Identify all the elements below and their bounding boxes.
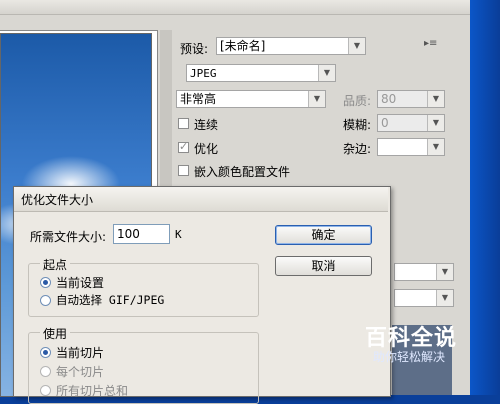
use-each-slice-label: 每个切片 bbox=[56, 365, 105, 379]
chevron-down-icon: ▼ bbox=[308, 91, 325, 107]
use-current-slice-radio[interactable] bbox=[40, 347, 51, 358]
quality-mode-value: 非常高 bbox=[180, 92, 217, 106]
panel-menu-icon[interactable]: ▸≡ bbox=[424, 38, 437, 49]
start-auto-select-label: 自动选择 GIF/JPEG bbox=[56, 292, 164, 308]
blur-label: 模糊: bbox=[343, 118, 372, 132]
start-group-title: 起点 bbox=[40, 256, 71, 273]
progressive-checkbox[interactable] bbox=[178, 118, 189, 129]
lower-select-1[interactable]: ▼ bbox=[394, 263, 454, 281]
ok-button[interactable]: 确定 bbox=[275, 225, 372, 245]
chevron-down-icon: ▼ bbox=[427, 91, 444, 107]
cancel-button[interactable]: 取消 bbox=[275, 256, 372, 276]
use-each-slice-radio[interactable] bbox=[40, 366, 51, 377]
chevron-down-icon: ▼ bbox=[348, 38, 365, 54]
format-value: JPEG bbox=[190, 67, 217, 80]
watermark: 百科全说 助你轻松解决 bbox=[345, 320, 460, 368]
progressive-label: 连续 bbox=[194, 118, 219, 132]
quality-mode-select[interactable]: 非常高 ▼ bbox=[176, 90, 326, 108]
chevron-down-icon: ▼ bbox=[427, 139, 444, 155]
desired-size-input[interactable]: 100 bbox=[113, 224, 170, 244]
start-auto-select-text: 自动选择 GIF/JPEG bbox=[56, 293, 165, 307]
desktop-background bbox=[470, 0, 500, 395]
matte-select[interactable]: ▼ bbox=[377, 138, 445, 156]
desired-size-label: 所需文件大小: bbox=[30, 230, 107, 244]
optimized-label: 优化 bbox=[194, 142, 219, 156]
format-select[interactable]: JPEG ▼ bbox=[186, 64, 336, 82]
size-unit-label: K bbox=[175, 228, 182, 241]
preset-label: 预设: bbox=[180, 42, 209, 56]
ok-button-label: 确定 bbox=[311, 228, 336, 242]
watermark-subtitle: 助你轻松解决 bbox=[373, 350, 446, 364]
chevron-down-icon: ▼ bbox=[427, 115, 444, 131]
blur-value: 0 bbox=[381, 116, 389, 130]
start-auto-select-radio[interactable] bbox=[40, 295, 51, 306]
use-total-slices-radio[interactable] bbox=[40, 385, 51, 396]
chevron-down-icon: ▼ bbox=[318, 65, 335, 81]
lower-select-2[interactable]: ▼ bbox=[394, 289, 454, 307]
quality-label: 品质: bbox=[343, 94, 372, 108]
dialog-titlebar[interactable]: 优化文件大小 bbox=[14, 187, 388, 212]
desired-size-value: 100 bbox=[117, 227, 140, 241]
chevron-down-icon: ▼ bbox=[436, 264, 453, 280]
quality-field[interactable]: 80 ▼ bbox=[377, 90, 445, 108]
start-current-settings-label: 当前设置 bbox=[56, 276, 105, 290]
cancel-button-label: 取消 bbox=[311, 259, 336, 273]
quality-value: 80 bbox=[381, 92, 397, 106]
blur-field[interactable]: 0 ▼ bbox=[377, 114, 445, 132]
embed-profile-checkbox[interactable] bbox=[178, 165, 189, 176]
preset-select[interactable]: [未命名] ▼ bbox=[216, 37, 366, 55]
embed-profile-label: 嵌入颜色配置文件 bbox=[194, 165, 291, 179]
matte-label: 杂边: bbox=[343, 142, 372, 156]
start-current-settings-radio[interactable] bbox=[40, 277, 51, 288]
use-current-slice-label: 当前切片 bbox=[56, 346, 105, 360]
use-group-title: 使用 bbox=[40, 325, 71, 342]
preset-value: [未命名] bbox=[220, 39, 266, 53]
chevron-down-icon: ▼ bbox=[436, 290, 453, 306]
use-total-slices-label: 所有切片总和 bbox=[56, 384, 129, 398]
dialog-title: 优化文件大小 bbox=[21, 193, 94, 207]
window-titlebar bbox=[0, 0, 470, 15]
optimized-checkbox[interactable] bbox=[178, 140, 189, 153]
